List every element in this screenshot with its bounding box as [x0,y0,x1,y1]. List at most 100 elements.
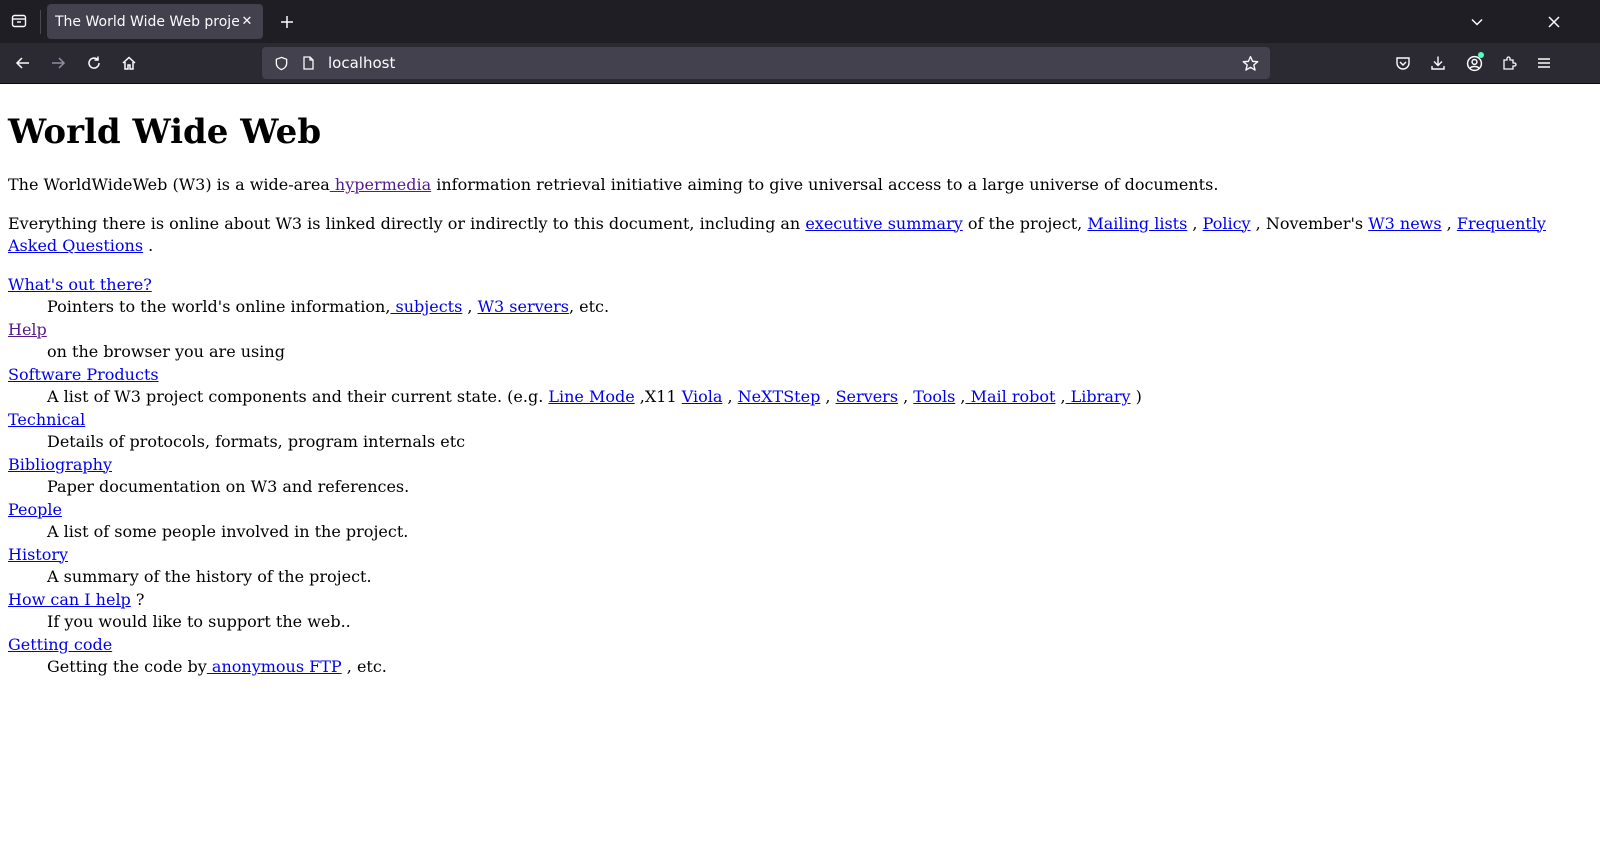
history-link[interactable]: History [8,545,68,564]
everything-text: Everything there is online about W3 is l… [8,213,806,233]
mail-robot-link[interactable]: Mail robot [966,387,1056,406]
people-link[interactable]: People [8,500,62,519]
tab-title: The World Wide Web project [55,13,239,30]
downloads-button[interactable] [1426,51,1450,75]
list-term: Bibliography [8,454,1592,477]
nextstep-link[interactable]: NeXTStep [738,387,821,406]
list-term: People [8,499,1592,522]
desc-text: Getting the code by [47,657,207,676]
browser-titlebar: The World Wide Web project ✕ [0,0,1600,43]
pocket-icon [1396,57,1410,70]
list-term: Getting code [8,634,1592,657]
list-description: A summary of the history of the project. [47,567,372,586]
list-term: Technical [8,409,1592,432]
list-description: If you would like to support the web.. [47,612,351,631]
everything-text: . [143,236,154,255]
list-description: A list of W3 project components and thei… [47,386,1592,409]
executive-summary-link[interactable]: executive summary [805,214,962,233]
servers-link[interactable]: Servers [836,387,898,406]
hamburger-menu-icon [1538,58,1550,68]
desc-text: , etc. [568,297,610,316]
list-term: What's out there? [8,274,1592,297]
arrow-right-icon [52,57,66,69]
desc-text: , [1055,387,1066,406]
desc-text: ,X11 [634,387,682,406]
plus-icon [281,16,293,28]
firefox-view-button[interactable] [8,10,30,32]
desc-text: A list of W3 project components and thei… [47,387,549,406]
topics-list: What's out there? Pointers to the world'… [8,274,1592,679]
w3-servers-link[interactable]: W3 servers [478,297,569,316]
list-description: A list of some people involved in the pr… [47,522,409,541]
everything-text: , November's [1250,213,1369,233]
whats-out-there-link[interactable]: What's out there? [8,275,152,294]
list-description: Paper documentation on W3 and references… [47,477,410,496]
forward-button[interactable] [46,51,70,75]
viola-link[interactable]: Viola [682,387,723,406]
extensions-button[interactable] [1497,51,1521,75]
desc-text: , [722,387,738,406]
arrow-left-icon [15,57,29,69]
desc-text: , [898,387,914,406]
reload-button[interactable] [82,51,106,75]
reload-icon [88,56,100,69]
list-description: Getting the code by anonymous FTP , etc. [47,656,1592,679]
list-all-tabs-button[interactable] [1466,11,1488,33]
shield-icon[interactable] [272,54,290,72]
puzzle-icon [1503,56,1517,70]
help-link[interactable]: Help [8,320,47,339]
getting-code-link[interactable]: Getting code [8,635,112,654]
close-icon [1548,16,1560,28]
how-can-i-help-link[interactable]: How can I help [8,590,131,609]
mailing-lists-link[interactable]: Mailing lists [1087,214,1187,233]
account-button[interactable] [1462,51,1486,75]
software-products-link[interactable]: Software Products [8,365,159,384]
list-term: History [8,544,1592,567]
close-window-button[interactable] [1543,11,1565,33]
desc-text: , [955,387,966,406]
desc-text: , etc. [341,657,387,676]
list-description: on the browser you are using [47,342,285,361]
library-link[interactable]: Library [1066,387,1131,406]
desc-text: ) [1130,387,1142,406]
everything-text: , [1441,213,1457,233]
term-suffix: ? [130,589,145,609]
line-mode-link[interactable]: Line Mode [548,387,634,406]
pocket-button[interactable] [1391,51,1415,75]
new-tab-button[interactable] [276,11,298,33]
back-button[interactable] [11,51,35,75]
home-button[interactable] [117,51,141,75]
technical-link[interactable]: Technical [8,410,85,429]
policy-link[interactable]: Policy [1203,214,1251,233]
everything-paragraph: Everything there is online about W3 is l… [8,213,1592,258]
home-icon [122,56,136,70]
intro-text-after: information retrieval initiative aiming … [431,175,1219,194]
w3-news-link[interactable]: W3 news [1368,214,1441,233]
everything-text: , [1187,213,1203,233]
url-text[interactable]: localhost [328,54,1240,72]
tools-link[interactable]: Tools [913,387,955,406]
list-description: Details of protocols, formats, program i… [47,432,466,451]
page-icon[interactable] [300,55,316,71]
firefox-view-icon [11,14,27,28]
subjects-link[interactable]: subjects [390,297,463,316]
browser-navbar: localhost [0,43,1600,84]
tab-active[interactable]: The World Wide Web project ✕ [47,4,263,39]
bookmark-star-icon[interactable] [1240,53,1260,73]
page-content: World Wide Web The WorldWideWeb (W3) is … [0,84,1600,679]
list-description: Pointers to the world's online informati… [47,296,1592,319]
everything-text: of the project, [962,213,1088,233]
menu-button[interactable] [1532,51,1556,75]
notification-dot [1478,52,1484,58]
anonymous-ftp-link[interactable]: anonymous FTP [207,657,342,676]
url-bar[interactable]: localhost [262,47,1270,79]
list-term: Help [8,319,1592,342]
desc-text: , [820,387,836,406]
tab-separator [40,10,41,34]
intro-text-before: The WorldWideWeb (W3) is a wide-area [8,175,330,194]
desc-text: Pointers to the world's online informati… [47,297,391,316]
tab-close-icon[interactable]: ✕ [239,14,255,30]
hypermedia-link[interactable]: hypermedia [330,175,431,194]
page-heading: World Wide Web [8,112,322,152]
bibliography-link[interactable]: Bibliography [8,455,112,474]
